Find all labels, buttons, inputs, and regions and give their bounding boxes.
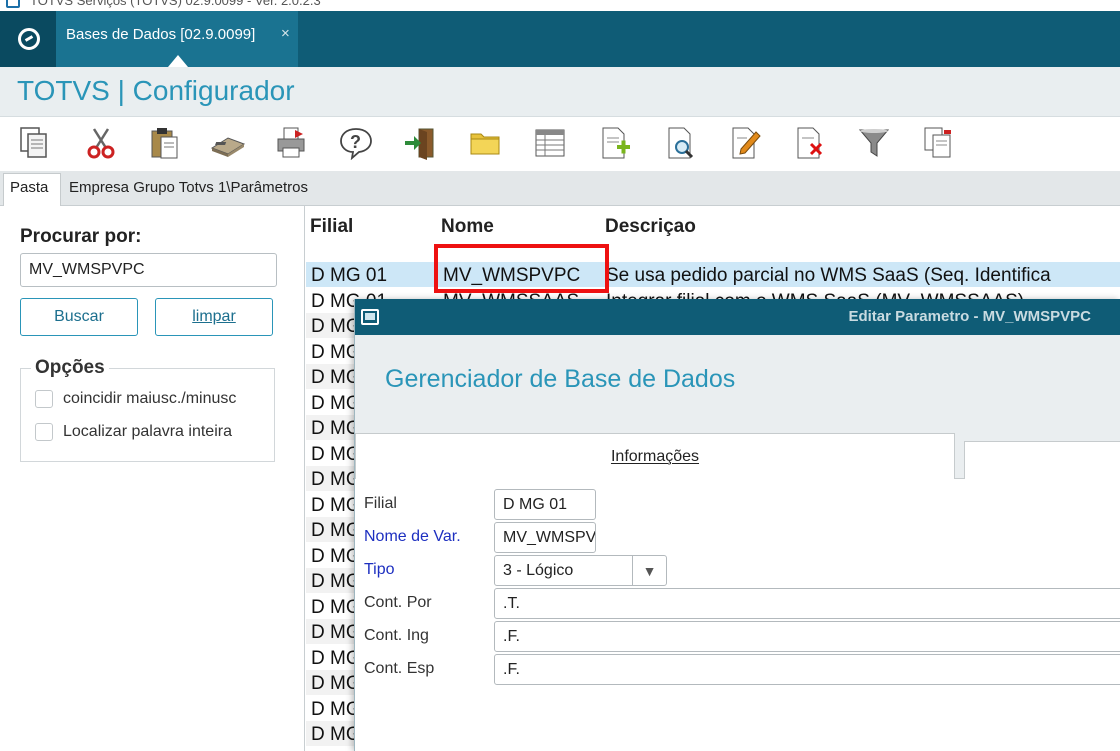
help-icon[interactable]: ?: [338, 124, 374, 162]
match-case-label: coincidir maiusc./minusc: [63, 390, 237, 408]
dialog-title: Editar Parametro - MV_WMSPVPC: [848, 308, 1091, 325]
whole-word-label: Localizar palavra inteira: [63, 423, 232, 441]
window-title-bar: TOTVS Serviços (TOTVS) 02.9.0099 - Ver. …: [0, 0, 1120, 11]
search-label: Procurar por:: [20, 226, 142, 247]
match-case-checkbox[interactable]: [35, 390, 53, 408]
dialog-title-bar: Editar Parametro - MV_WMSPVPC: [355, 299, 1120, 335]
svg-text:?: ?: [350, 132, 361, 152]
app-title-bar: TOTVS | Configurador: [0, 67, 1120, 117]
page-title: TOTVS | Configurador: [17, 75, 295, 106]
table-row-selected[interactable]: D MG 01 MV_WMSPVPC Se usa pedido parcial…: [306, 262, 1120, 287]
chevron-down-icon[interactable]: ▼: [632, 556, 666, 585]
printer-icon[interactable]: [274, 124, 310, 162]
cell-filial: D MG 01: [311, 265, 388, 286]
totvs-logo-icon: [18, 28, 40, 50]
filter-icon[interactable]: [856, 124, 892, 162]
option-match-case[interactable]: coincidir maiusc./minusc: [35, 390, 236, 408]
options-title: Opções: [31, 357, 109, 379]
dialog-heading: Gerenciador de Base de Dados: [385, 365, 736, 393]
tab-secondary[interactable]: [964, 441, 1120, 479]
breadcrumb-bar: Pasta Empresa Grupo Totvs 1\Parâmetros: [0, 171, 1120, 207]
tab-bases-de-dados[interactable]: Bases de Dados [02.9.0099] ×: [56, 11, 298, 67]
cont-por-field[interactable]: .T.: [494, 588, 1120, 619]
totvs-logo[interactable]: [0, 11, 56, 67]
nome-var-label: Nome de Var.: [364, 528, 461, 545]
tab-pasta[interactable]: Pasta: [3, 173, 61, 207]
highlight-box: [434, 244, 609, 293]
delete-document-icon[interactable]: [792, 124, 828, 162]
dialog-tabs: Informações: [355, 433, 1120, 479]
limpar-button[interactable]: limpar: [155, 298, 273, 336]
tab-informacoes[interactable]: Informações: [355, 433, 955, 479]
whole-word-checkbox[interactable]: [35, 423, 53, 441]
document-copy-icon[interactable]: [921, 124, 957, 162]
option-whole-word[interactable]: Localizar palavra inteira: [35, 423, 232, 441]
search-input[interactable]: [20, 253, 277, 287]
copy-icon[interactable]: [16, 124, 52, 162]
limpar-button-label: limpar: [192, 308, 236, 325]
edit-document-icon[interactable]: [727, 124, 763, 162]
tab-close-icon[interactable]: ×: [281, 25, 290, 42]
exit-icon[interactable]: [402, 124, 438, 162]
tab-active-indicator: [168, 55, 188, 67]
cont-ing-field[interactable]: .F.: [494, 621, 1120, 652]
tab-informacoes-label: Informações: [610, 448, 700, 465]
filial-label: Filial: [364, 495, 397, 512]
calculator-icon[interactable]: [210, 124, 246, 162]
column-header-filial[interactable]: Filial: [310, 216, 353, 238]
tipo-value: 3 - Lógico: [503, 562, 574, 579]
tab-label: Bases de Dados [02.9.0099]: [66, 26, 256, 43]
column-header-descricao[interactable]: Descriçao: [605, 216, 696, 238]
filial-field[interactable]: D MG 01: [494, 489, 596, 520]
search-document-icon[interactable]: [663, 124, 699, 162]
folder-icon[interactable]: [467, 124, 503, 162]
cut-icon[interactable]: [83, 124, 119, 162]
cont-esp-field[interactable]: .F.: [494, 654, 1120, 685]
paste-icon[interactable]: [147, 124, 183, 162]
toolbar: ?: [0, 117, 1120, 171]
search-panel: Procurar por: Buscar limpar Opções coinc…: [3, 206, 305, 751]
cont-ing-label: Cont. Ing: [364, 627, 429, 644]
tipo-label: Tipo: [364, 561, 395, 578]
breadcrumb: Empresa Grupo Totvs 1\Parâmetros: [69, 179, 308, 196]
buscar-button[interactable]: Buscar: [20, 298, 138, 336]
window-title: TOTVS Serviços (TOTVS) 02.9.0099 - Ver. …: [30, 0, 321, 8]
app-icon: [6, 0, 20, 8]
cont-por-label: Cont. Por: [364, 594, 432, 611]
dialog-header: Gerenciador de Base de Dados: [355, 335, 1120, 433]
tab-bar: Bases de Dados [02.9.0099] ×: [0, 11, 1120, 67]
nome-var-field[interactable]: MV_WMSPVPC: [494, 522, 596, 553]
cell-descricao: Se usa pedido parcial no WMS SaaS (Seq. …: [606, 265, 1051, 286]
column-header-nome[interactable]: Nome: [441, 216, 494, 238]
cont-esp-label: Cont. Esp: [364, 660, 435, 677]
window-icon: [361, 309, 379, 325]
add-document-icon[interactable]: [597, 124, 633, 162]
table-icon[interactable]: [532, 124, 568, 162]
edit-parameter-dialog: Editar Parametro - MV_WMSPVPC Gerenciado…: [354, 299, 1120, 751]
options-group: Opções coincidir maiusc./minusc Localiza…: [20, 357, 275, 462]
